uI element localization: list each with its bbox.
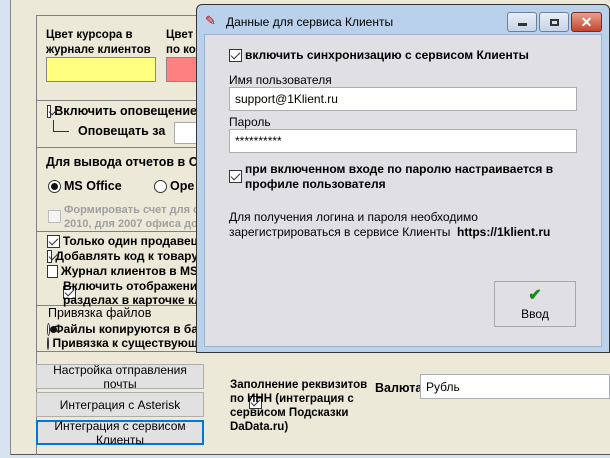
checkbox-icon [229,48,242,62]
files-radio-copy[interactable]: Файлы копируются в ба [47,322,198,336]
check-label: Включить отображение [63,279,198,293]
files-radio-link[interactable]: Привязка к существующ [47,336,198,350]
color2-label-line1: Цвет [166,29,194,41]
close-button[interactable]: ✕ [571,12,602,32]
check-add-code[interactable]: Добавлять код к товару [47,249,198,263]
radio-open-office[interactable]: Ope [154,179,198,193]
radio-label: Файлы копируются в ба [53,322,198,336]
minimize-icon [517,23,527,26]
radio-icon [48,179,61,193]
currency-label: Валюта [375,381,423,395]
radio-ms-label: MS Office [64,179,122,193]
app-icon: ✎ [205,13,216,28]
radio-icon [154,179,167,193]
checkbox-icon [47,249,53,263]
profile-label: при включенном входе по паролю настраива… [245,162,554,191]
username-input[interactable]: support@1Klient.ru [229,87,577,111]
clients-dialog: ✎ Данные для сервиса Клиенты ✕ включить … [196,4,610,353]
currency-select[interactable]: Рубль [420,374,610,399]
ok-button[interactable]: ✔ Ввод [494,281,576,327]
notify-for-label: Оповещать за [78,124,166,138]
color2-label: Цвет по ко [166,28,196,58]
check-label: Добавлять код к товару [55,249,198,263]
mail-settings-button[interactable]: Настройка отправления почты [36,363,204,391]
tree-line [53,120,69,132]
color2-label-line2: по ко [166,44,196,56]
check-one-seller[interactable]: Только один продавец [47,234,198,248]
invoice-label: Формировать счет для о 2010, для 2007 офи… [64,203,198,231]
sync-label: включить синхронизацию с сервисом Клиент… [245,48,529,62]
invoice-checkbox[interactable] [48,210,61,223]
clients-integration-button[interactable]: Интеграция с сервисом Клиенты [36,419,204,447]
profile-checkbox[interactable] [229,170,242,183]
check-journal-ms[interactable]: Журнал клиентов в MS [47,264,198,278]
asterisk-button[interactable]: Интеграция с Asterisk [36,392,204,417]
radio-icon [47,336,50,350]
info-message: Для получения логина и пароля необходимо… [229,210,478,239]
office-title: Для вывода отчетов в Of [46,155,198,169]
radio-label: Привязка к существующ [52,336,198,350]
info-text: Для получения логина и пароля необходимо… [229,210,589,240]
radio-ms-office[interactable]: MS Office [48,179,122,193]
password-input[interactable]: ********** [229,129,577,153]
sync-checkbox[interactable]: включить синхронизацию с сервисом Клиент… [229,48,529,62]
dialog-body: включить синхронизацию с сервисом Клиент… [204,34,602,347]
cursor-color-label: Цвет курсора в журнале клиентов [46,29,151,56]
info-link[interactable]: https://1klient.ru [457,225,550,239]
checkbox-icon [47,264,58,278]
radio-open-label: Ope [170,179,195,193]
check-display-label: Включить отображение разделах в карточке … [63,279,198,307]
check-label: Только один продавец [62,234,198,248]
maximize-button[interactable] [539,12,569,32]
divider [36,351,216,352]
close-icon: ✕ [580,13,593,30]
radio-icon [47,322,59,336]
notify-checkbox[interactable]: Включить оповещение [47,104,197,118]
password-label: Пароль [229,115,271,129]
dialog-title: Данные для сервиса Клиенты [226,15,394,29]
username-label: Имя пользователя [229,73,332,87]
checkbox-icon [47,104,52,118]
files-title: Привязка файлов [48,306,152,320]
cursor-color-swatch[interactable] [46,57,156,82]
check-icon: ✔ [528,286,542,304]
check-label: разделах в карточке кл [63,293,198,307]
ok-label: Ввод [521,306,549,321]
minimize-button[interactable] [507,12,537,32]
invoice-line2: 2010, для 2007 офиса до [64,218,198,230]
maximize-icon [549,18,559,26]
inn-label: Заполнение реквизитов по ИНН (интеграция… [230,379,368,433]
invoice-line1: Формировать счет для о [64,204,198,216]
checkbox-icon [47,234,60,248]
notify-label: Включить оповещение [54,104,197,118]
check-label: Журнал клиентов в MS [60,264,198,278]
